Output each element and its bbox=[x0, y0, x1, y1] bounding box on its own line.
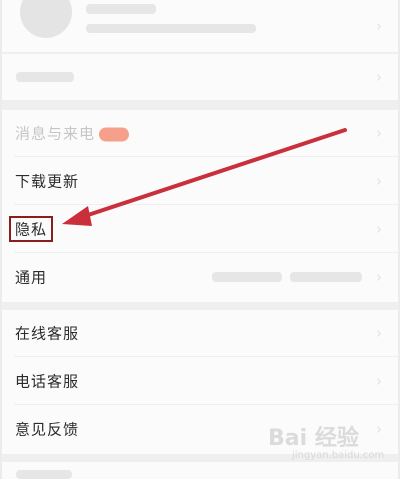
watermark-url: jingyan.baidu.com bbox=[292, 450, 385, 461]
pointer-arrow-icon bbox=[62, 128, 347, 226]
watermark-logo: Bai 经验 bbox=[268, 426, 359, 451]
